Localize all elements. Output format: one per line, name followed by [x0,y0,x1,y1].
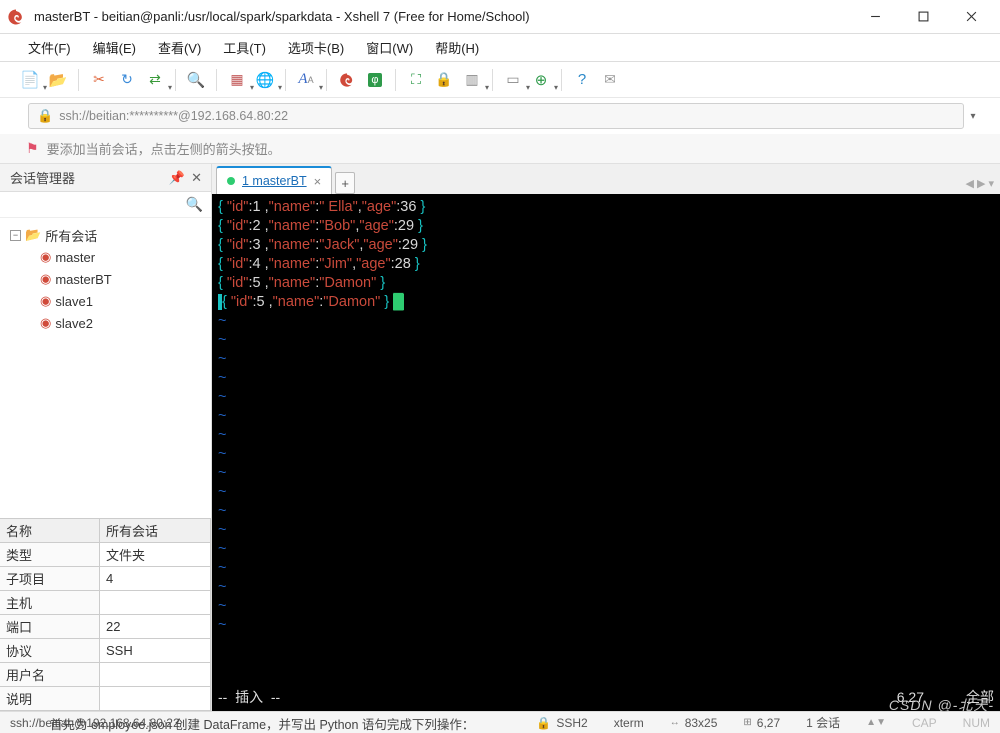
sync-button[interactable]: φ [363,68,387,92]
status-cap: CAP [912,716,937,730]
swirl-button[interactable] [335,68,359,92]
prop-val [100,663,211,687]
term-scope: 全部 [924,688,994,707]
menu-file[interactable]: 文件(F) [18,36,81,59]
tree-item-label: masterBT [55,272,111,287]
address-input[interactable]: 🔒 ssh://beitian:**********@192.168.64.80… [28,103,964,129]
pin-icon[interactable]: 📌 [166,170,188,186]
tree-item[interactable]: ◉ slave1 [10,290,207,312]
sidebar-close-icon[interactable]: ✕ [188,170,205,186]
globe-button[interactable]: 🌐▾ [253,68,277,92]
tab-close-icon[interactable]: × [314,174,322,189]
lock-icon: 🔒 [37,108,53,124]
lock-button[interactable]: 🔒 [432,68,456,92]
transfer-button[interactable]: ⇄▾ [143,68,167,92]
prop-val [100,687,211,711]
properties-table: 名称所有会话 类型文件夹 子项目4 主机 端口22 协议SSH 用户名 说明 [0,518,211,711]
tree-item[interactable]: ◉ masterBT [10,268,207,290]
session-icon: ◉ [40,315,51,331]
font-button[interactable]: AA▾ [294,68,318,92]
prop-val: SSH [100,639,211,663]
toolbar: 📄▾ 📂 ✂ ↻ ⇄▾ 🔍 ▦▾ 🌐▾ AA▾ φ ⛶ 🔒 ▥▾ ▭▾ ⊕▾ ?… [0,62,1000,98]
menu-window[interactable]: 窗口(W) [356,36,423,59]
session-tree: − 📂 所有会话 ◉ master ◉ masterBT ◉ slave1 ◉ slav… [0,218,211,448]
help-button[interactable]: ? [570,68,594,92]
prop-val: 文件夹 [100,543,211,567]
status-term: xterm [614,716,644,730]
status-cursor: 6,27 [757,716,780,730]
terminal[interactable]: { "id":1 ,"name":" Ella","age":36 }{ "id… [212,194,1000,711]
tree-item-label: slave2 [55,316,93,331]
prop-key: 协议 [0,639,100,663]
add-button[interactable]: ⊕▾ [529,68,553,92]
session-icon: ◉ [40,249,51,265]
session-icon: ◉ [40,293,51,309]
menu-help[interactable]: 帮助(H) [425,36,489,59]
menu-view[interactable]: 查看(V) [148,36,211,59]
open-button[interactable]: 📂 [46,68,70,92]
prop-key: 用户名 [0,663,100,687]
box-button[interactable]: ▭▾ [501,68,525,92]
menu-tabs[interactable]: 选项卡(B) [278,36,354,59]
lock-icon: 🔒 [536,716,551,730]
prop-hdr-val[interactable]: 所有会话 [100,519,211,543]
tree-root-label: 所有会话 [45,226,97,245]
cutline: 首先为 employee.json 创建 DataFrame，并写出 Pytho… [50,714,474,733]
tab-next-icon[interactable]: ▶ [977,177,985,190]
window-title: masterBT - beitian@panli:/usr/local/spar… [34,9,852,24]
close-button[interactable] [948,3,994,31]
collapse-icon[interactable]: − [10,230,21,241]
menu-edit[interactable]: 编辑(E) [83,36,146,59]
tree-root[interactable]: − 📂 所有会话 [10,224,207,246]
layout-button[interactable]: ▥▾ [460,68,484,92]
down-icon[interactable]: ▼ [876,717,886,728]
status-sessions: 1 会话 [806,714,840,731]
prop-key: 类型 [0,543,100,567]
up-icon[interactable]: ▲ [866,717,876,728]
tree-item-label: slave1 [55,294,93,309]
prop-key: 说明 [0,687,100,711]
mail-button[interactable]: ✉ [598,68,622,92]
search-icon[interactable]: 🔍 [186,196,203,213]
maximize-button[interactable] [900,3,946,31]
prop-val [100,591,211,615]
tree-item-label: master [55,250,95,265]
prop-key: 端口 [0,615,100,639]
address-dropdown[interactable]: ▾ [964,111,982,122]
status-size: 83x25 [685,716,718,730]
session-icon: ◉ [40,271,51,287]
copy-button[interactable]: ▦▾ [225,68,249,92]
minimize-button[interactable] [852,3,898,31]
status-proto: SSH2 [556,716,587,730]
cut-button[interactable]: ✂ [87,68,111,92]
tab-active[interactable]: 1 masterBT × [216,166,332,194]
new-session-button[interactable]: 📄▾ [18,68,42,92]
tree-item[interactable]: ◉ slave2 [10,312,207,334]
search-button[interactable]: 🔍 [184,68,208,92]
hint-text: 要添加当前会话，点击左侧的箭头按钮。 [47,139,281,158]
prop-key: 子项目 [0,567,100,591]
tab-add-button[interactable]: + [335,172,355,194]
menu-tools[interactable]: 工具(T) [213,36,276,59]
fullscreen-button[interactable]: ⛶ [404,68,428,92]
prop-val: 4 [100,567,211,591]
tree-item[interactable]: ◉ master [10,246,207,268]
prop-val: 22 [100,615,211,639]
status-dot-icon [227,177,235,185]
tab-label: 1 masterBT [242,174,307,188]
status-num: NUM [963,716,990,730]
tab-prev-icon[interactable]: ◀ [966,177,974,190]
address-text: ssh://beitian:**********@192.168.64.80:2… [59,109,288,123]
reconnect-button[interactable]: ↻ [115,68,139,92]
prop-hdr-name[interactable]: 名称 [0,519,100,543]
folder-icon: 📂 [25,227,41,243]
prop-key: 主机 [0,591,100,615]
term-pos: 6,27 [804,688,924,707]
term-mode: -- 插入 -- [218,688,280,707]
sidebar-title: 会话管理器 [10,168,75,187]
app-icon [6,7,26,27]
tab-menu-icon[interactable]: ▾ [988,177,994,190]
menu-bar: 文件(F) 编辑(E) 查看(V) 工具(T) 选项卡(B) 窗口(W) 帮助(… [0,34,1000,62]
flag-icon: ⚑ [26,140,39,157]
